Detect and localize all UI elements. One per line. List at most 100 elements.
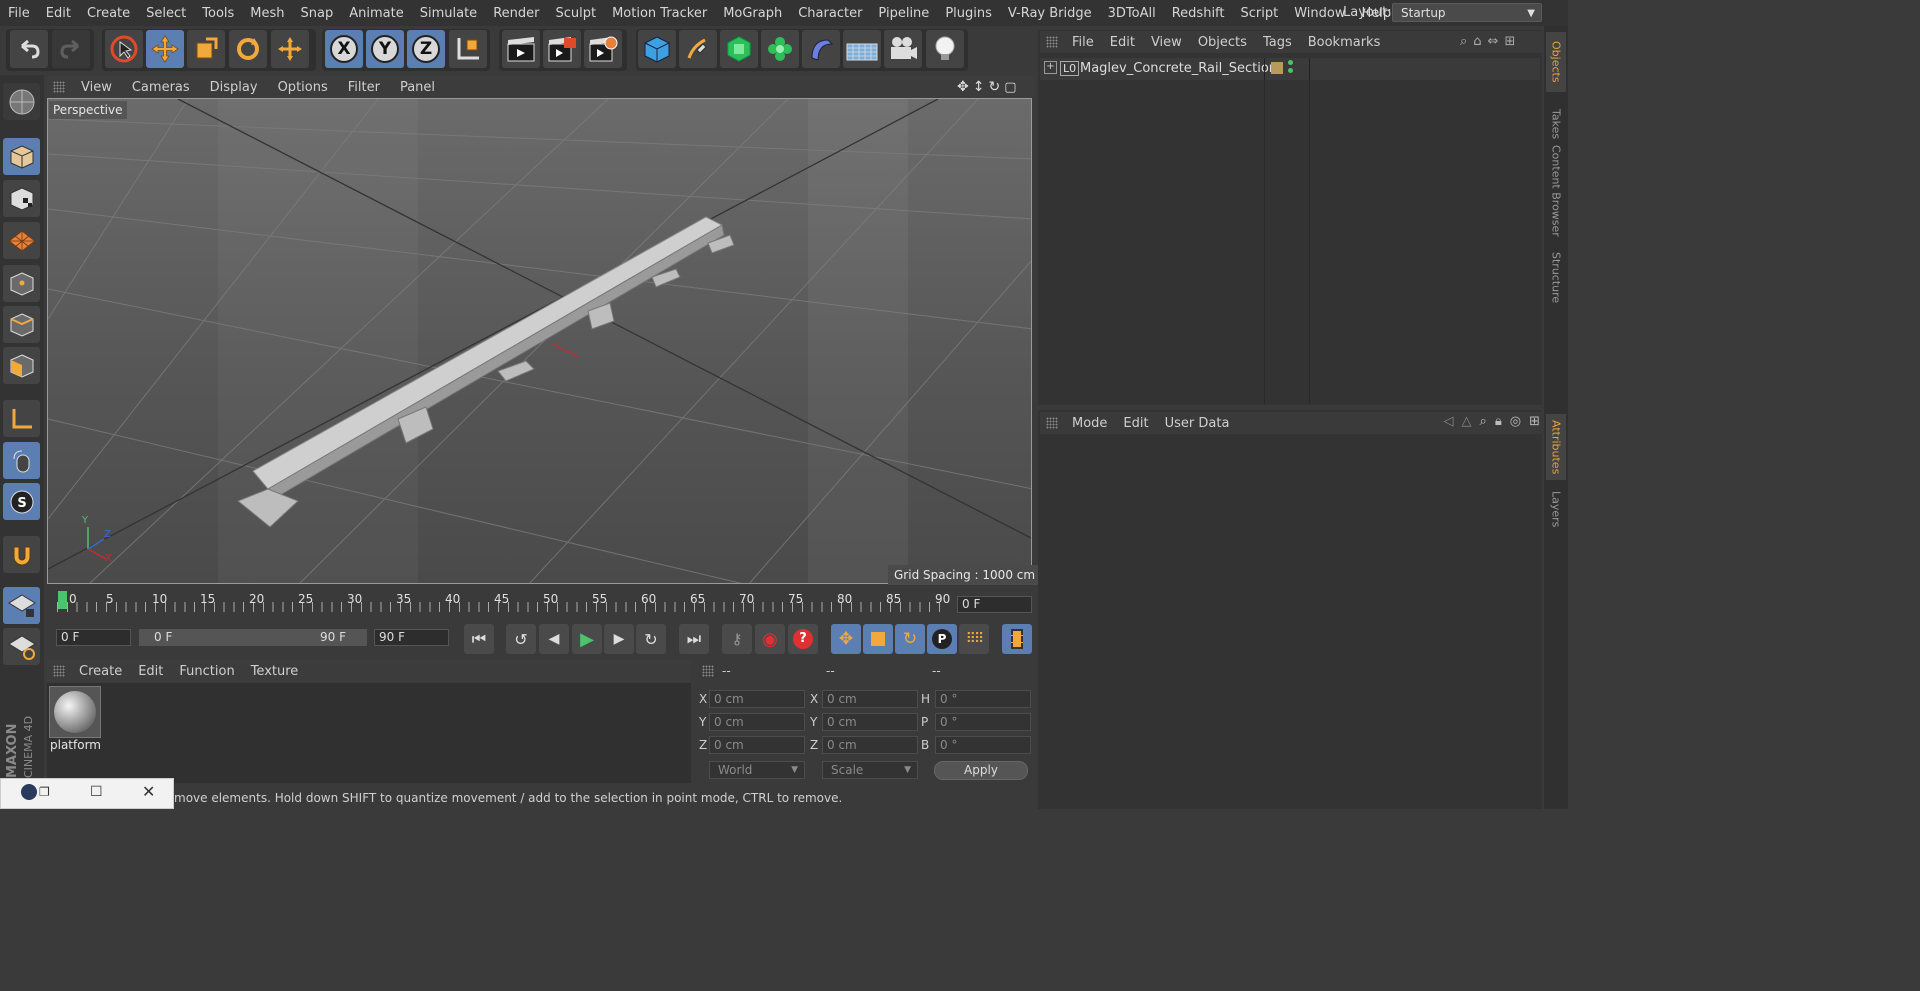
maximize-icon[interactable]: ☐ bbox=[90, 784, 103, 800]
maximize-view-icon[interactable]: ▢ bbox=[1004, 80, 1016, 95]
menu-file[interactable]: File bbox=[0, 6, 38, 21]
polygons-mode-button[interactable] bbox=[3, 347, 40, 384]
back-arrow-icon[interactable]: ◁ bbox=[1444, 414, 1454, 432]
menu-render[interactable]: Render bbox=[485, 6, 547, 21]
points-mode-button[interactable] bbox=[3, 265, 40, 302]
solo-mode-button[interactable]: S bbox=[3, 483, 40, 520]
rot-p-field[interactable]: 0 ° bbox=[935, 713, 1031, 731]
workplane-mode-button[interactable] bbox=[3, 222, 40, 259]
menu-create[interactable]: Create bbox=[79, 6, 138, 21]
y-axis-button[interactable]: Y bbox=[366, 30, 404, 68]
objects-menu-file[interactable]: File bbox=[1064, 35, 1102, 50]
previous-key-button[interactable]: ↺ bbox=[506, 624, 536, 654]
live-selection-button[interactable] bbox=[105, 30, 143, 68]
render-visibility-dot[interactable] bbox=[1288, 68, 1293, 73]
coordinate-space-select[interactable]: World ▼ bbox=[709, 761, 805, 779]
apply-button[interactable]: Apply bbox=[934, 761, 1028, 780]
render-view-button[interactable] bbox=[502, 30, 540, 68]
move-tool-button[interactable] bbox=[146, 30, 184, 68]
layout-select[interactable]: Startup ▼ bbox=[1392, 3, 1542, 22]
viewport-menu-filter[interactable]: Filter bbox=[338, 80, 390, 95]
object-name[interactable]: Maglev_Concrete_Rail_Section bbox=[1080, 61, 1277, 76]
close-icon[interactable]: ✕ bbox=[142, 782, 155, 801]
cube-button[interactable] bbox=[638, 30, 676, 68]
coordinate-system-button[interactable] bbox=[449, 30, 487, 68]
render-settings-button[interactable] bbox=[584, 30, 622, 68]
viewport-menu-display[interactable]: Display bbox=[200, 80, 268, 95]
next-key-button[interactable]: ↻ bbox=[636, 624, 666, 654]
tab-structure[interactable]: Structure bbox=[1546, 248, 1566, 308]
snap-button[interactable] bbox=[3, 536, 40, 573]
arrows-icon[interactable]: ⇔ bbox=[1488, 34, 1499, 50]
zoom-view-icon[interactable]: ↕ bbox=[973, 79, 985, 95]
perspective-viewport[interactable]: Y Z X bbox=[47, 98, 1032, 584]
material-thumbnail[interactable] bbox=[49, 686, 101, 738]
menu-simulate[interactable]: Simulate bbox=[412, 6, 485, 21]
tab-content-browser[interactable]: Content Browser bbox=[1546, 138, 1566, 243]
menu-redshift[interactable]: Redshift bbox=[1164, 6, 1233, 21]
menu-pipeline[interactable]: Pipeline bbox=[870, 6, 937, 21]
light-button[interactable] bbox=[926, 30, 964, 68]
key-point-level-button[interactable]: ⠿⠿ bbox=[959, 624, 989, 654]
subdivision-button[interactable] bbox=[720, 30, 758, 68]
menu-tools[interactable]: Tools bbox=[194, 6, 242, 21]
new-view-icon[interactable]: ⊞ bbox=[1504, 34, 1515, 50]
size-z-field[interactable]: 0 cm bbox=[822, 736, 918, 754]
new-view-icon[interactable]: ⊞ bbox=[1529, 414, 1540, 432]
restore-icon[interactable]: ❐ bbox=[39, 785, 50, 799]
key-rotation-button[interactable]: ↻ bbox=[895, 624, 925, 654]
size-mode-select[interactable]: Scale ▼ bbox=[822, 761, 918, 779]
redo-button[interactable] bbox=[52, 30, 90, 68]
size-x-field[interactable]: 0 cm bbox=[822, 690, 918, 708]
camera-button[interactable] bbox=[884, 30, 922, 68]
key-scale-button[interactable] bbox=[863, 624, 893, 654]
material-name[interactable]: platform bbox=[50, 738, 101, 752]
render-picture-viewer-button[interactable] bbox=[543, 30, 581, 68]
layer-color-swatch[interactable] bbox=[1271, 62, 1283, 74]
rotate-tool-button[interactable] bbox=[229, 30, 267, 68]
menu-select[interactable]: Select bbox=[138, 6, 194, 21]
next-frame-button[interactable]: ▶ bbox=[604, 624, 634, 654]
viewport-menu-cameras[interactable]: Cameras bbox=[122, 80, 200, 95]
current-frame-field[interactable]: 0 F bbox=[957, 596, 1032, 613]
target-icon[interactable]: ◎ bbox=[1510, 414, 1521, 432]
menu-snap[interactable]: Snap bbox=[293, 6, 342, 21]
x-axis-button[interactable]: X bbox=[325, 30, 363, 68]
key-position-button[interactable]: ✥ bbox=[831, 624, 861, 654]
object-row[interactable]: + L0 Maglev_Concrete_Rail_Section bbox=[1040, 58, 1540, 80]
objects-menu-objects[interactable]: Objects bbox=[1190, 35, 1255, 50]
viewport-menu-panel[interactable]: Panel bbox=[390, 80, 445, 95]
menu-sculpt[interactable]: Sculpt bbox=[547, 6, 604, 21]
search-icon[interactable]: ⌕ bbox=[1460, 34, 1467, 50]
size-y-field[interactable]: 0 cm bbox=[822, 713, 918, 731]
transform-tool-button[interactable] bbox=[271, 30, 309, 68]
tab-attributes[interactable]: Attributes bbox=[1546, 414, 1566, 480]
record-keys-button[interactable]: ⚷ bbox=[722, 624, 752, 654]
end-frame-field[interactable]: 90 F bbox=[374, 629, 449, 646]
workplane-lock-button[interactable] bbox=[3, 587, 40, 624]
expand-icon[interactable]: + bbox=[1044, 61, 1057, 74]
planar-workplane-button[interactable] bbox=[3, 628, 40, 665]
texture-mode-button[interactable] bbox=[3, 180, 40, 217]
tweak-mode-button[interactable] bbox=[3, 442, 40, 479]
edges-mode-button[interactable] bbox=[3, 306, 40, 343]
objects-menu-edit[interactable]: Edit bbox=[1102, 35, 1143, 50]
editor-visibility-dot[interactable] bbox=[1288, 60, 1293, 65]
menu-mograph[interactable]: MoGraph bbox=[715, 6, 790, 21]
pos-x-field[interactable]: 0 cm bbox=[709, 690, 805, 708]
cloner-button[interactable] bbox=[761, 30, 799, 68]
frame-range-slider[interactable]: 0 F 90 F bbox=[139, 629, 367, 646]
axis-mode-button[interactable] bbox=[3, 400, 40, 437]
viewport-menu-view[interactable]: View bbox=[71, 80, 122, 95]
menu-animate[interactable]: Animate bbox=[341, 6, 411, 21]
viewport-menu-options[interactable]: Options bbox=[268, 80, 338, 95]
autokey-button[interactable]: ◉ bbox=[755, 624, 785, 654]
menu-mesh[interactable]: Mesh bbox=[242, 6, 292, 21]
timeline-window-button[interactable] bbox=[1002, 624, 1032, 654]
material-menu-edit[interactable]: Edit bbox=[130, 664, 171, 679]
menu-script[interactable]: Script bbox=[1233, 6, 1287, 21]
keyframe-selection-button[interactable]: ? bbox=[788, 624, 818, 654]
key-parameter-button[interactable]: P bbox=[927, 624, 957, 654]
z-axis-button[interactable]: Z bbox=[407, 30, 445, 68]
menu-character[interactable]: Character bbox=[790, 6, 870, 21]
